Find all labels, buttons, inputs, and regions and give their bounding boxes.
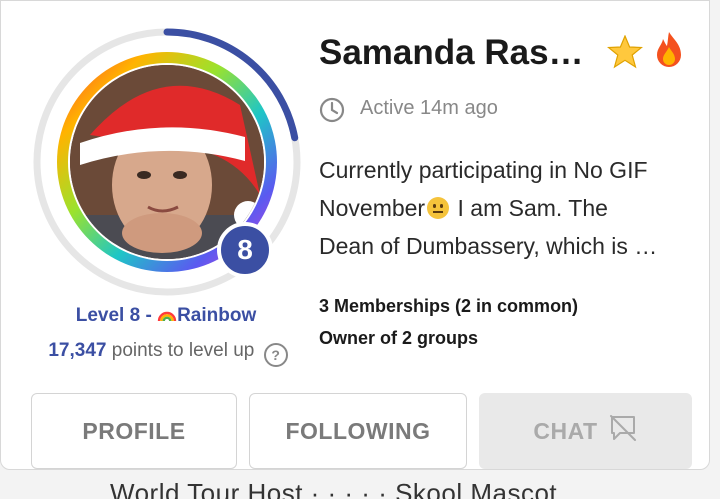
level-text: Level 8 - bbox=[75, 305, 158, 326]
points-to-level: 17,347 points to level up ? bbox=[23, 340, 313, 367]
active-status: Active 14m ago bbox=[360, 97, 498, 119]
points-suffix: points to level up bbox=[106, 340, 255, 361]
profile-button-label: PROFILE bbox=[82, 417, 186, 444]
level-badge: 8 bbox=[217, 222, 273, 278]
following-button-label: FOLLOWING bbox=[285, 417, 431, 444]
background-content-peek: World Tour Host · · · · · Skool Mascot bbox=[0, 468, 720, 499]
help-icon[interactable]: ? bbox=[263, 343, 288, 367]
rainbow-icon bbox=[157, 305, 177, 326]
owner-groups: Owner of 2 groups bbox=[319, 328, 479, 348]
bio-line-1: Currently participating in No GIF bbox=[319, 157, 648, 183]
star-icon bbox=[606, 34, 644, 74]
profile-button[interactable]: PROFILE bbox=[31, 393, 237, 469]
fire-icon bbox=[653, 31, 685, 74]
background-text: World Tour Host · · · · · Skool Mascot bbox=[110, 478, 558, 499]
clock-icon bbox=[319, 97, 345, 128]
bio-text-intro: I am Sam. The bbox=[451, 195, 608, 221]
chat-off-icon bbox=[608, 414, 638, 448]
avatar[interactable]: 8 bbox=[32, 27, 302, 297]
chat-button-label: CHAT bbox=[533, 417, 598, 444]
bio-line-2: November I am Sam. The bbox=[319, 189, 694, 227]
neutral-face-icon bbox=[427, 197, 450, 219]
level-label: Level 8 - Rainbow bbox=[31, 305, 301, 327]
bio-text-november: November bbox=[319, 195, 426, 221]
memberships-count: 3 Memberships (2 in common) bbox=[319, 296, 579, 316]
user-bio: Currently participating in No GIF Novemb… bbox=[319, 151, 694, 265]
level-tier: Rainbow bbox=[177, 305, 257, 326]
profile-hover-card: 8 Level 8 - Rainbow 17,347 points to lev… bbox=[0, 0, 710, 470]
user-name[interactable]: Samanda Ras… bbox=[319, 33, 584, 73]
chat-button[interactable]: CHAT bbox=[479, 393, 692, 469]
points-value: 17,347 bbox=[48, 340, 107, 361]
following-button[interactable]: FOLLOWING bbox=[249, 393, 467, 469]
bio-line-3: Dean of Dumbassery, which is … bbox=[319, 233, 658, 259]
